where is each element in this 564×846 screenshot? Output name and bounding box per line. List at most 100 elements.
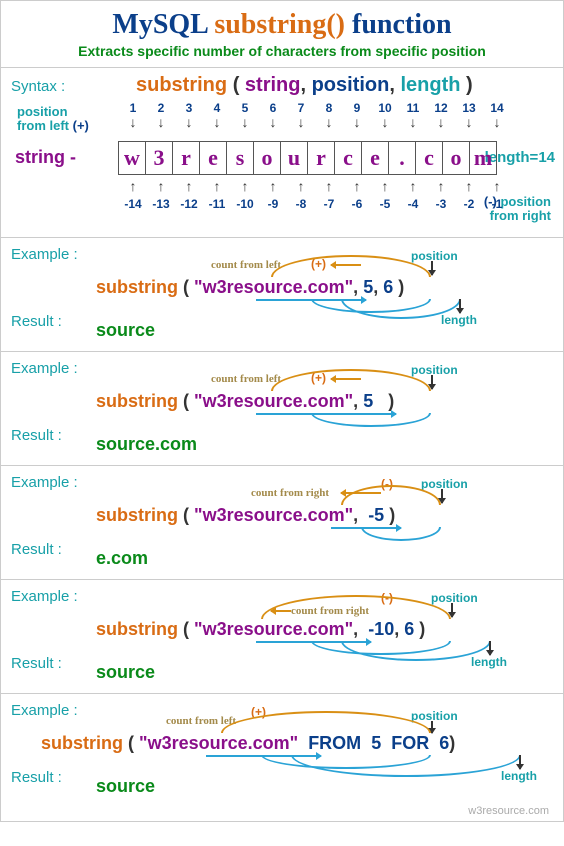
char-box: s xyxy=(226,141,254,175)
syntax-row: Syntax : substring ( string, position, l… xyxy=(11,74,553,97)
arrow-icon xyxy=(441,489,443,503)
count-direction: count from right xyxy=(251,487,329,499)
char-box: c xyxy=(334,141,362,175)
syntax-label: Syntax : xyxy=(11,78,86,95)
arg-position: -10 xyxy=(368,619,394,639)
char-box: r xyxy=(172,141,200,175)
arrow-down-icon: ↓ xyxy=(399,115,427,129)
paren: ( xyxy=(128,733,139,753)
arrow-down-icon: ↓ xyxy=(343,115,371,129)
arrow-up-icon: ↑ xyxy=(287,179,315,193)
paren: ) xyxy=(373,391,394,411)
arrow-icon xyxy=(459,299,461,313)
arrow-up-icon: ↑ xyxy=(147,179,175,193)
arrow-down-icon: ↓ xyxy=(175,115,203,129)
pos-num: 14 xyxy=(483,101,511,115)
arrow-icon xyxy=(431,375,433,389)
keyword-from: FROM xyxy=(303,733,371,753)
example-call: count from left (+) position substring (… xyxy=(11,703,553,773)
result-label: Result : xyxy=(11,541,86,558)
arg-position: -5 xyxy=(368,505,384,525)
arrow-up-icon: ↑ xyxy=(371,179,399,193)
arc-icon xyxy=(271,369,431,391)
position-annotation: position xyxy=(411,249,458,263)
result-label: Result : xyxy=(11,655,86,672)
pos-num: 3 xyxy=(175,101,203,115)
char-box: w xyxy=(118,141,146,175)
pos-num: 13 xyxy=(455,101,483,115)
pos-num: 2 xyxy=(147,101,175,115)
arrow-up-icon: ↑ xyxy=(231,179,259,193)
comma: , xyxy=(394,619,404,639)
arg-string: "w3resource.com" xyxy=(194,505,353,525)
pos-num: 9 xyxy=(343,101,371,115)
title-prefix: MySQL xyxy=(112,9,214,40)
arg-length: 6 xyxy=(439,733,449,753)
title-function: substring() xyxy=(214,9,345,40)
neg-pos-num: -8 xyxy=(287,197,315,211)
neg-pos-num: -6 xyxy=(343,197,371,211)
neg-pos-num: -12 xyxy=(175,197,203,211)
divider xyxy=(1,693,563,694)
fn-name: substring xyxy=(96,277,178,297)
neg-pos-num: -10 xyxy=(231,197,259,211)
example-2: Example : count from left (+) position s… xyxy=(11,358,553,459)
paren: ) xyxy=(414,619,425,639)
fn-name: substring xyxy=(96,505,178,525)
arrow-up-icon: ↑ xyxy=(315,179,343,193)
neg-pos-num: -11 xyxy=(203,197,231,211)
example-call: count from left (+) position substring (… xyxy=(11,361,553,431)
arg-string: "w3resource.com" xyxy=(194,619,353,639)
arrows-up: ↑↑↑↑↑↑↑↑↑↑↑↑↑↑ xyxy=(119,179,511,193)
arrow-down-icon: ↓ xyxy=(427,115,455,129)
pos-num: 12 xyxy=(427,101,455,115)
page-container: MySQL substring() function Extracts spec… xyxy=(0,0,564,822)
pos-num: 6 xyxy=(259,101,287,115)
plus-sign: (+) xyxy=(73,118,89,133)
title-suffix: function xyxy=(345,9,452,40)
neg-pos-num: -7 xyxy=(315,197,343,211)
char-boxes: w3resource.com xyxy=(119,141,497,175)
pos-num: 4 xyxy=(203,101,231,115)
arrow-up-icon: ↑ xyxy=(483,179,511,193)
comma: , xyxy=(353,391,363,411)
position-annotation: position xyxy=(421,477,468,491)
paren: ) xyxy=(449,733,455,753)
arrow-up-icon: ↑ xyxy=(259,179,287,193)
char-box: u xyxy=(280,141,308,175)
arrow-icon xyxy=(431,261,433,275)
char-box: o xyxy=(442,141,470,175)
arrow-down-icon: ↓ xyxy=(483,115,511,129)
divider xyxy=(1,67,563,68)
example-call: count from right (-) position substring … xyxy=(11,475,553,545)
pos-num: 11 xyxy=(399,101,427,115)
result-label: Result : xyxy=(11,313,86,330)
arrow-down-icon: ↓ xyxy=(315,115,343,129)
arrow-down-icon: ↓ xyxy=(147,115,175,129)
arg-string: "w3resource.com" xyxy=(139,733,298,753)
divider xyxy=(1,579,563,580)
arc-icon xyxy=(261,595,451,619)
arrow-down-icon: ↓ xyxy=(371,115,399,129)
arrow-up-icon: ↑ xyxy=(343,179,371,193)
fn-name: substring xyxy=(96,391,178,411)
arrows-down: ↓↓↓↓↓↓↓↓↓↓↓↓↓↓ xyxy=(119,115,511,129)
position-annotation: position xyxy=(411,709,458,723)
bottom-position-numbers: -14-13-12-11-10-9-8-7-6-5-4-3-2-1 xyxy=(119,197,511,211)
arrow-down-icon: ↓ xyxy=(259,115,287,129)
keyword-for: FOR xyxy=(386,733,439,753)
paren: ) xyxy=(384,505,395,525)
neg-pos-num: -9 xyxy=(259,197,287,211)
arc-icon xyxy=(311,413,431,427)
arg-length: 6 xyxy=(383,277,393,297)
neg-pos-num: -1 xyxy=(483,197,511,211)
param-length: length xyxy=(400,74,460,96)
count-direction: count from left xyxy=(211,373,281,385)
syntax-expression: substring ( string, position, length ) xyxy=(136,74,473,97)
pos-from-left-label: positionfrom left (+) xyxy=(17,105,89,134)
paren: ) xyxy=(393,277,404,297)
neg-pos-num: -14 xyxy=(119,197,147,211)
arg-length: 6 xyxy=(404,619,414,639)
paren: ( xyxy=(183,277,194,297)
neg-pos-num: -5 xyxy=(371,197,399,211)
